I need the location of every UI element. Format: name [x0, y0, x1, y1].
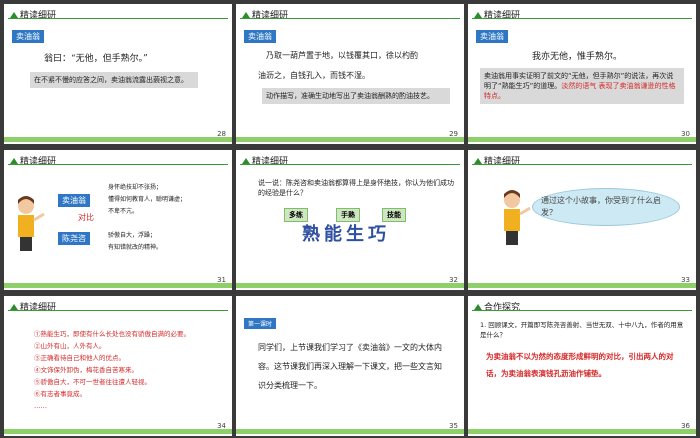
- keyword-2: 手熟: [336, 208, 360, 222]
- slide-header: 精读细研: [10, 300, 56, 313]
- leaf-icon: [242, 11, 250, 18]
- text-line-2: 油沥之，自钱孔入，而钱不湿。: [258, 71, 370, 80]
- slide-34[interactable]: 精读细研 ①熟能生巧，即使有什么长处也没有骄傲自满的必要。 ②山外有山，人外有人…: [4, 296, 232, 436]
- slide-30[interactable]: 精读细研 卖油翁 我亦无他，惟手熟尔。 卖油翁用事实证明了前文的“无他，但手熟尔…: [468, 4, 696, 144]
- page-number: 32: [449, 276, 458, 284]
- traits-2: 骄傲自大，浮躁； 有知错就改的精神。: [108, 232, 163, 251]
- leaf-icon: [242, 157, 250, 164]
- note-box: 在不紧不慢的应答之间，卖油翁流露出藐视之意。: [30, 72, 198, 88]
- slide-36[interactable]: 合作探究 1. 回顾课文，开篇即写陈尧咨善射、当世无双、十中八九，作者的用意是什…: [468, 296, 696, 436]
- keyword-1: 多练: [284, 208, 308, 222]
- leaf-icon: [10, 11, 18, 18]
- contrast-label: 对比: [78, 213, 94, 222]
- big-phrase: 熟能生巧: [302, 224, 390, 245]
- leaf-icon: [474, 11, 482, 18]
- teacher-icon: [504, 190, 531, 245]
- slide-29[interactable]: 精读细研 卖油翁 乃取一葫芦置于地，以钱覆其口，徐以杓酌 油沥之，自钱孔入，而钱…: [236, 4, 464, 144]
- slide-28[interactable]: 精读细研 卖油翁 翁曰：“无他，但手熟尔。” 在不紧不慢的应答之间，卖油翁流露出…: [4, 4, 232, 144]
- slide-header: 精读细研: [474, 154, 520, 167]
- question-text: 说一说：陈尧咨和卖油翁都算得上是身怀绝技，你认为他们成功的经验是什么？: [258, 179, 454, 197]
- slide-header: 精读细研: [242, 154, 288, 167]
- lesson-list: ①熟能生巧，即使有什么长处也没有骄傲自满的必要。 ②山外有山，人外有人。 ③正确…: [34, 330, 190, 410]
- slide-header: 精读细研: [10, 8, 56, 21]
- leaf-icon: [474, 157, 482, 164]
- page-number: 35: [449, 422, 458, 430]
- page-number: 36: [681, 422, 690, 430]
- keyword-3: 技能: [382, 208, 406, 222]
- tab-label: 卖油翁: [244, 30, 276, 43]
- text-line-1: 乃取一葫芦置于地，以钱覆其口，徐以杓酌: [266, 51, 418, 60]
- page-number: 28: [217, 130, 226, 138]
- quote-text: 我亦无他，惟手熟尔。: [532, 52, 623, 62]
- traits-1: 身怀绝技却不张扬； 懂得如何教育人，聪明谦虚； 不卑不亢。: [108, 184, 187, 215]
- leaf-icon: [474, 303, 482, 310]
- speech-bubble: 通过这个小故事，你受到了什么启发？: [532, 188, 680, 226]
- slide-header: 精读细研: [10, 154, 56, 167]
- slide-31[interactable]: 精读细研 卖油翁 对比 陈尧咨 身怀绝技却不张扬； 懂得如何教育人，聪明谦虚； 不卑…: [4, 150, 232, 290]
- answer-text: 为卖油翁不以为然的态度形成鲜明的对比，引出两人的对话，为卖油翁表演钱孔沥油作铺垫…: [486, 352, 674, 378]
- tab-label: 卖油翁: [476, 30, 508, 43]
- tab-label: 卖油翁: [12, 30, 44, 43]
- note-box: 卖油翁用事实证明了前文的“无他，但手熟尔”的说法，再次说明了“熟能生巧”的道理。…: [480, 68, 684, 104]
- intro-text: 同学们，上节课我们学习了《卖油翁》一文的大体内容。这节课我们再深入理解一下课文，…: [258, 343, 442, 390]
- leaf-icon: [10, 303, 18, 310]
- slide-33[interactable]: 精读细研 通过这个小故事，你受到了什么启发？ 33: [468, 150, 696, 290]
- leaf-icon: [10, 157, 18, 164]
- slide-35[interactable]: 第一课时 同学们，上节课我们学习了《卖油翁》一文的大体内容。这节课我们再深入理解…: [236, 296, 464, 436]
- page-number: 29: [449, 130, 458, 138]
- name-box-1: 卖油翁: [58, 194, 90, 207]
- name-box-2: 陈尧咨: [58, 232, 90, 245]
- slide-header: 合作探究: [474, 300, 520, 313]
- lesson-tab: 第一课时: [244, 318, 277, 329]
- page-number: 34: [217, 422, 226, 430]
- page-number: 31: [217, 276, 226, 284]
- question-text: 1. 回顾课文，开篇即写陈尧咨善射、当世无双、十中八九，作者的用意是什么？: [480, 321, 684, 339]
- teacher-icon: [18, 196, 45, 251]
- quote-text: 翁曰：“无他，但手熟尔。”: [44, 54, 148, 64]
- slide-32[interactable]: 精读细研 说一说：陈尧咨和卖油翁都算得上是身怀绝技，你认为他们成功的经验是什么？…: [236, 150, 464, 290]
- slide-header: 精读细研: [474, 8, 520, 21]
- note-box: 动作描写，准确生动地写出了卖油翁酬熟的酌油技艺。: [262, 88, 450, 104]
- page-number: 33: [681, 276, 690, 284]
- slide-header: 精读细研: [242, 8, 288, 21]
- page-number: 30: [681, 130, 690, 138]
